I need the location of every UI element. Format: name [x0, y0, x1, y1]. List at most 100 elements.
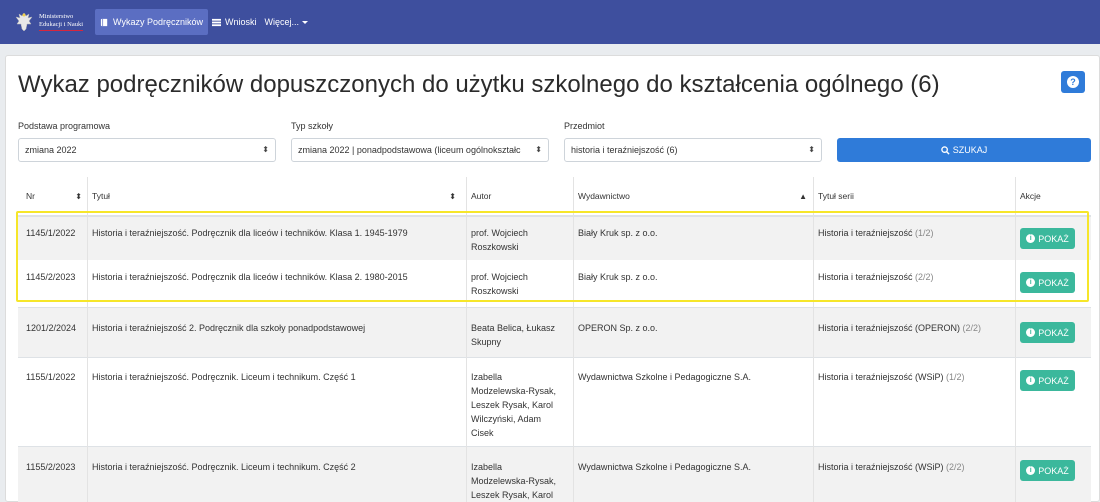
cell-autor: prof. Wojciech Roszkowski [471, 270, 571, 298]
cell-tytul: Historia i teraźniejszość. Podręcznik dl… [92, 272, 408, 282]
nav-wnioski[interactable]: Wnioski [208, 9, 261, 35]
przedmiot-label: Przedmiot [564, 121, 605, 131]
search-button[interactable]: SZUKAJ [837, 138, 1091, 162]
author-line: Leszek Rysak, Karol [471, 490, 554, 500]
nav-wykazy-podrecznikow[interactable]: Wykazy Podręczników [95, 9, 208, 35]
cell-autor: Izabella Modzelewska-Rysak, Leszek Rysak… [471, 460, 571, 502]
info-icon: i [1026, 278, 1036, 287]
info-icon: i [1026, 376, 1036, 385]
sort-up-icon: ▲ [799, 191, 807, 201]
header-label: Akcje [1020, 191, 1041, 201]
col-header-nr[interactable]: Nr ⬍ [26, 177, 88, 215]
search-icon [940, 145, 950, 155]
seria-title: Historia i teraźniejszość (WSiP) [818, 462, 944, 472]
sort-icon: ⬍ [449, 191, 456, 201]
author-line: Roszkowski [471, 242, 519, 252]
podstawa-label: Podstawa programowa [18, 121, 111, 131]
ministry-logo[interactable]: Ministerstwo Edukacji i Nauki [14, 0, 84, 44]
sort-icon: ⬍ [75, 191, 82, 201]
col-header-akcje: Akcje [1020, 177, 1080, 215]
table-row: 1201/2/2024 Historia i teraźniejszość 2.… [18, 308, 1091, 357]
author-line: Leszek Rysak, Karol [471, 400, 554, 410]
typ-szkoly-select[interactable]: zmiana 2022 | ponadpodstawowa (liceum og… [291, 138, 549, 162]
seria-title: Historia i teraźniejszość [818, 228, 913, 238]
show-label: POKAŻ [1038, 277, 1069, 288]
select-arrows-icon: ⬍ [535, 145, 542, 154]
przedmiot-select[interactable]: historia i teraźniejszość (6) ⬍ [564, 138, 822, 162]
cell-seria: Historia i teraźniejszość (OPERON) (2/2) [818, 321, 981, 335]
seria-part: (2/2) [946, 462, 965, 472]
main-card: Wykaz podręczników dopuszczonych do użyt… [5, 55, 1100, 502]
show-label: POKAŻ [1038, 465, 1069, 476]
table-row: 1145/2/2023 Historia i teraźniejszość. P… [18, 261, 1091, 307]
seria-title: Historia i teraźniejszość (OPERON) [818, 323, 961, 333]
header-label: Nr [26, 191, 35, 201]
podstawa-select[interactable]: zmiana 2022 ⬍ [18, 138, 276, 162]
book-icon [100, 18, 108, 26]
list-icon [212, 18, 221, 26]
col-header-wydawnictwo[interactable]: Wydawnictwo ▲ [578, 177, 813, 215]
logo-line1: Ministerstwo [39, 13, 74, 20]
cell-seria: Historia i teraźniejszość (1/2) [818, 226, 934, 240]
cell-wydawnictwo: Biały Kruk sp. z o.o. [578, 228, 658, 238]
header-label: Tytuł serii [818, 191, 854, 201]
show-button[interactable]: i POKAŻ [1020, 322, 1075, 343]
author-line: prof. Wojciech [471, 228, 528, 238]
caret-down-icon [302, 20, 309, 24]
seria-part: (2/2) [962, 323, 982, 333]
header-label: Autor [471, 191, 492, 201]
seria-title: Historia i teraźniejszość [818, 272, 913, 282]
author-line: Modzelewska-Rysak, [471, 386, 557, 396]
logo-line2: Edukacji i Nauki [39, 21, 84, 31]
column-divider [466, 177, 467, 502]
typ-szkoly-label: Typ szkoły [291, 121, 334, 131]
show-button[interactable]: i POKAŻ [1020, 460, 1075, 481]
column-divider [87, 177, 88, 502]
cell-nr: 1201/2/2024 [26, 323, 77, 333]
nav-wiecej-dropdown[interactable]: Więcej... [261, 9, 313, 35]
info-icon: i [1026, 466, 1036, 475]
author-line: Beata Belica, Łukasz [471, 323, 556, 333]
cell-nr: 1155/2/2023 [26, 462, 76, 472]
select-arrows-icon: ⬍ [262, 145, 269, 154]
top-navbar: Ministerstwo Edukacji i Nauki Wykazy Pod… [0, 0, 1100, 44]
info-icon: i [1026, 328, 1036, 337]
header-label: Tytuł [92, 191, 110, 201]
cell-wydawnictwo: Wydawnictwa Szkolne i Pedagogiczne S.A. [578, 462, 752, 472]
col-header-tytul[interactable]: Tytuł ⬍ [92, 177, 462, 215]
nav-label: Więcej... [264, 17, 300, 27]
cell-seria: Historia i teraźniejszość (WSiP) (1/2) [818, 370, 965, 384]
cell-seria: Historia i teraźniejszość (2/2) [818, 270, 934, 284]
nav-label: Wykazy Podręczników [113, 17, 203, 27]
przedmiot-value: historia i teraźniejszość (6) [571, 145, 678, 155]
show-button[interactable]: i POKAŻ [1020, 272, 1075, 293]
cell-nr: 1155/1/2022 [26, 372, 76, 382]
show-button[interactable]: i POKAŻ [1020, 370, 1075, 391]
nav-label: Wnioski [225, 17, 257, 27]
help-button[interactable]: ? [1061, 71, 1085, 93]
cell-wydawnictwo: OPERON Sp. z o.o. [578, 323, 658, 333]
seria-title: Historia i teraźniejszość (WSiP) [818, 372, 944, 382]
cell-tytul: Historia i teraźniejszość. Podręcznik. L… [92, 372, 356, 382]
author-line: Wilczyński, Adam [471, 414, 542, 424]
cell-tytul: Historia i teraźniejszość 2. Podręcznik … [92, 323, 366, 333]
table-row: 1145/1/2022 Historia i teraźniejszość. P… [18, 217, 1091, 260]
table-row: 1155/1/2022 Historia i teraźniejszość. P… [18, 358, 1091, 446]
cell-autor: prof. Wojciech Roszkowski [471, 226, 571, 254]
cell-seria: Historia i teraźniejszość (WSiP) (2/2) [818, 460, 965, 474]
author-line: Modzelewska-Rysak, [471, 476, 557, 486]
page-title: Wykaz podręczników dopuszczonych do użyt… [18, 71, 940, 98]
author-line: Skupny [471, 337, 502, 347]
seria-part: (1/2) [915, 228, 934, 238]
author-line: Izabella [471, 462, 503, 472]
eagle-emblem-icon [15, 12, 33, 32]
show-label: POKAŻ [1038, 327, 1069, 338]
seria-part: (2/2) [915, 272, 934, 282]
author-line: prof. Wojciech [471, 272, 528, 282]
column-divider [1015, 177, 1016, 502]
cell-autor: Izabella Modzelewska-Rysak, Leszek Rysak… [471, 370, 571, 440]
col-header-seria: Tytuł serii [818, 177, 1018, 215]
show-label: POKAŻ [1038, 233, 1069, 244]
show-label: POKAŻ [1038, 375, 1069, 386]
show-button[interactable]: i POKAŻ [1020, 228, 1075, 249]
